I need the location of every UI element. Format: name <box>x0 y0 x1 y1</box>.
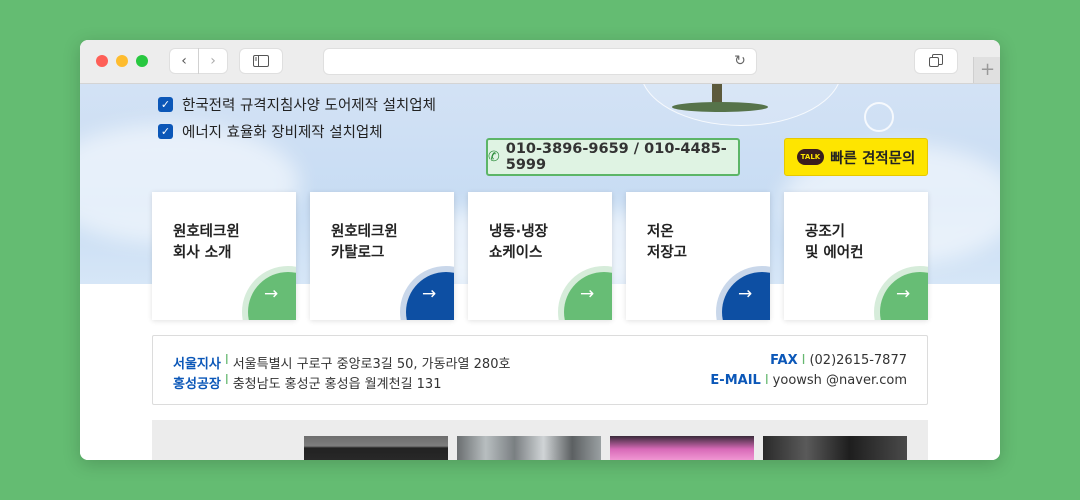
tabs-icon <box>929 54 943 67</box>
back-button[interactable]: ‹ <box>170 49 198 73</box>
chevron-left-icon: ‹ <box>181 53 187 69</box>
minimize-window-button[interactable] <box>116 55 128 67</box>
product-thumbnail[interactable] <box>457 436 601 460</box>
contact-info-box: 서울지사 I 서울특별시 구로구 중앙로3길 50, 가동라열 280호 홍성공… <box>152 335 928 405</box>
certification-label: 에너지 효율화 장비제작 설치업체 <box>182 125 383 141</box>
browser-titlebar: ‹ › ↻ + <box>80 40 1000 84</box>
hongseong-factory-info: 홍성공장 I 충청남도 홍성군 홍성읍 월계천길 131 <box>173 373 442 392</box>
card-title: 저온 저장고 <box>647 224 688 261</box>
arrow-right-icon[interactable]: → <box>880 272 928 320</box>
seoul-branch-info: 서울지사 I 서울특별시 구로구 중앙로3길 50, 가동라열 280호 <box>173 353 511 372</box>
card-showcase[interactable]: 냉동·냉장 쇼케이스 → <box>468 192 612 320</box>
phone-call-button[interactable]: ✆ 010-3896-9659 / 010-4485-5999 <box>486 138 740 176</box>
phone-numbers: 010-3896-9659 / 010-4485-5999 <box>505 141 727 173</box>
product-gallery <box>152 420 928 460</box>
product-thumbnail[interactable] <box>304 436 448 460</box>
card-catalog[interactable]: 원호테크윈 카탈로그 → <box>310 192 454 320</box>
kakao-talk-icon: TALK <box>796 149 825 165</box>
certification-item: ✓ 에너지 효율화 장비제작 설치업체 <box>158 121 383 142</box>
kakao-inquiry-label: 빠른 견적문의 <box>830 150 916 167</box>
ground-image <box>672 102 768 112</box>
hongseong-address: 충청남도 홍성군 홍성읍 월계천길 131 <box>232 377 442 392</box>
checkbox-icon: ✓ <box>158 97 173 112</box>
card-air-conditioning[interactable]: 공조기 및 에어컨 → <box>784 192 928 320</box>
seoul-address: 서울특별시 구로구 중앙로3길 50, 가동라열 280호 <box>232 357 511 372</box>
certification-label: 한국전력 규격지침사양 도어제작 설치업체 <box>182 98 436 114</box>
close-window-button[interactable] <box>96 55 108 67</box>
email-info: E-MAIL I yoowsh @naver.com <box>710 373 907 388</box>
phone-icon: ✆ <box>488 149 500 165</box>
card-cold-storage[interactable]: 저온 저장고 → <box>626 192 770 320</box>
product-thumbnail[interactable] <box>610 436 754 460</box>
product-thumbnail[interactable] <box>763 436 907 460</box>
arrow-right-icon[interactable]: → <box>564 272 612 320</box>
kakao-inquiry-button[interactable]: TALK 빠른 견적문의 <box>784 138 928 176</box>
sidebar-icon <box>253 55 269 67</box>
fax-info: FAX I (02)2615-7877 <box>770 353 907 368</box>
card-title: 원호테크윈 회사 소개 <box>173 224 240 261</box>
arrow-right-icon[interactable]: → <box>722 272 770 320</box>
card-title: 냉동·냉장 쇼케이스 <box>489 224 548 261</box>
page-content: ✓ 한국전력 규격지침사양 도어제작 설치업체 ✓ 에너지 효율화 장비제작 설… <box>80 84 1000 460</box>
reload-icon[interactable]: ↻ <box>732 53 748 69</box>
arrow-right-icon[interactable]: → <box>248 272 296 320</box>
email-address[interactable]: yoowsh @naver.com <box>773 373 907 388</box>
card-title: 공조기 및 에어컨 <box>805 224 864 261</box>
certification-item: ✓ 한국전력 규격지침사양 도어제작 설치업체 <box>158 94 436 115</box>
new-tab-button[interactable]: + <box>973 57 1000 83</box>
arrow-right-icon[interactable]: → <box>406 272 454 320</box>
browser-window: ‹ › ↻ + ✓ 한국전력 규격지침사양 도어제작 설치업체 ✓ 에너지 효율… <box>80 40 1000 460</box>
card-company-intro[interactable]: 원호테크윈 회사 소개 → <box>152 192 296 320</box>
address-bar[interactable]: ↻ <box>324 49 756 74</box>
sidebar-toggle-button[interactable] <box>240 49 282 73</box>
card-title: 원호테크윈 카탈로그 <box>331 224 398 261</box>
forward-button[interactable]: › <box>199 49 227 73</box>
tab-overview-button[interactable] <box>915 49 957 73</box>
plus-icon: + <box>979 59 996 80</box>
chevron-right-icon: › <box>210 53 216 69</box>
fax-number: (02)2615-7877 <box>809 353 907 368</box>
zoom-window-button[interactable] <box>136 55 148 67</box>
checkbox-icon: ✓ <box>158 124 173 139</box>
ring-decoration <box>864 102 894 132</box>
